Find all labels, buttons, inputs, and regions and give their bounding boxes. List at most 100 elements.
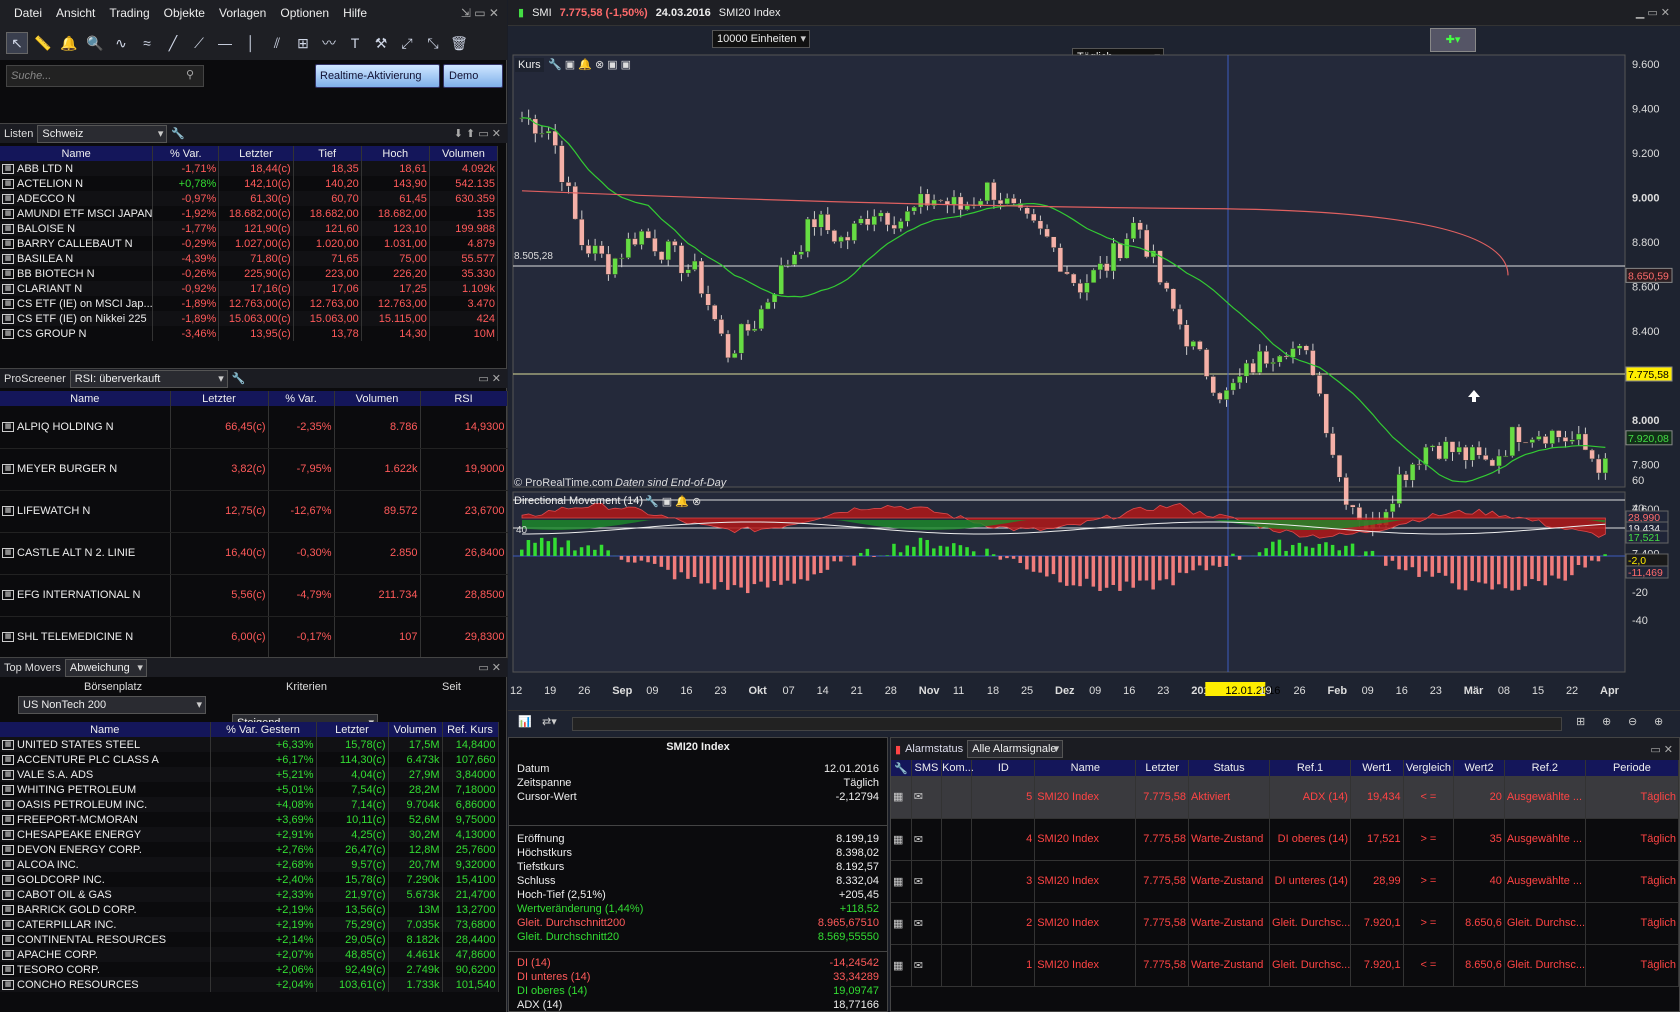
table-row[interactable]: ▦ CABOT OIL & GAS +2,33% 21,97(c) 5.673k 21,4… <box>0 887 499 902</box>
sms-icon[interactable]: ✉ <box>911 944 943 987</box>
table-row[interactable]: ▦ BARRY CALLEBAUT N -0,29% 1.027,00(c) 1.020… <box>0 236 499 251</box>
dm-tools-icon[interactable]: 🔧 ▣ 🔔 ⊗ <box>645 495 701 508</box>
trend-icon[interactable]: ⤡ <box>422 32 444 54</box>
table-row[interactable]: ▦ ALCOA INC. +2,68% 9,57(c) 20,7M 9,32000 <box>0 857 499 872</box>
lists-select[interactable]: Schweiz <box>37 124 168 143</box>
table-row[interactable]: ▦ BALOISE N -1,77% 121,90(c) 121,60 123,10 199… <box>0 221 499 236</box>
col-name[interactable]: Name <box>0 722 211 737</box>
alarm-bell-icon[interactable]: 🔔 <box>58 32 80 54</box>
boerse-select[interactable]: US NonTech 200 <box>18 696 206 714</box>
wave-icon[interactable]: ∿ <box>110 32 132 54</box>
col-volume[interactable]: Volumen <box>388 722 443 737</box>
chart-icon[interactable]: ▦ <box>2 313 14 324</box>
panel-controls-icon[interactable]: ▭ ✕ <box>478 661 501 674</box>
menu-ansicht[interactable]: Ansicht <box>56 6 95 20</box>
chart-settings-icon[interactable]: ✚▾ <box>1430 28 1476 52</box>
chart-scrollbar[interactable] <box>572 717 1562 731</box>
movers-select[interactable]: Abweichung <box>64 658 147 677</box>
menu-objekte[interactable]: Objekte <box>164 6 205 20</box>
table-row[interactable]: ▦ APACHE CORP. +2,07% 48,85(c) 4.461k 47,8600 <box>0 947 499 962</box>
table-row[interactable]: ▦ BASILEA N -4,39% 71,80(c) 71,65 75,00 55.577 <box>0 251 499 266</box>
table-row[interactable]: ▦ GOLDCORP INC. +2,40% 15,78(c) 7.290k 15,410… <box>0 872 499 887</box>
chart-icon[interactable]: ▦ <box>2 919 14 930</box>
chart-icon[interactable]: ▦ <box>2 934 14 945</box>
col-low[interactable]: Tief <box>293 146 362 161</box>
table-row[interactable]: ▦ ALPIQ HOLDING N 66,45(c) -2,35% 8.786 14,93… <box>0 406 508 449</box>
channel-icon[interactable]: ⫽ <box>266 32 288 54</box>
table-row[interactable]: ▦ CS ETF (IE) on MSCI Jap... -1,89% 12.763,… <box>0 296 499 311</box>
search-input[interactable]: Suche... <box>6 65 204 87</box>
chart-icon[interactable]: ▦ <box>2 268 14 279</box>
chart-icon[interactable]: ▦ <box>2 253 14 264</box>
col-last[interactable]: Letzter <box>316 722 389 737</box>
edit-icon[interactable]: ▦ <box>891 902 912 945</box>
wrench-icon[interactable]: 🔧 <box>171 127 185 140</box>
col-id[interactable]: ID <box>971 760 1036 776</box>
chart-icon[interactable]: ▦ <box>2 964 14 975</box>
menu-trading[interactable]: Trading <box>109 6 149 20</box>
chart-icon[interactable]: ▦ <box>2 506 14 517</box>
wrench-icon[interactable]: 🔧 <box>232 372 246 385</box>
chart-icon[interactable]: ▦ <box>2 178 14 189</box>
col-name[interactable]: Name <box>0 146 154 161</box>
chart-icon[interactable]: ▦ <box>2 193 14 204</box>
edit-icon[interactable]: ▦ <box>891 944 912 987</box>
text-icon[interactable]: T <box>344 32 366 54</box>
chart-icon[interactable]: ▦ <box>2 590 14 601</box>
col-wert2[interactable]: Wert2 <box>1453 760 1505 776</box>
zoom-out-icon[interactable]: ⊖ <box>1628 715 1637 728</box>
tools-icon[interactable]: ⚒ <box>370 32 392 54</box>
demo-button[interactable]: Demo <box>443 64 503 88</box>
table-row[interactable]: ▦ ✉ 1 SMI20 Index 7.775,58 Warte-Zustand Gleit… <box>891 944 1680 987</box>
table-row[interactable]: ▦ ACTELION N +0,78% 142,10(c) 140,20 143,90 54… <box>0 176 499 191</box>
table-row[interactable]: ▦ UNITED STATES STEEL +6,33% 15,78(c) 17,5M 1… <box>0 737 499 752</box>
zoom-fit-icon[interactable]: ⊕ <box>1602 715 1611 728</box>
col-volume[interactable]: Volumen <box>334 391 421 406</box>
chart-icon[interactable]: ▦ <box>2 904 14 915</box>
chart-icon[interactable]: ▦ <box>2 979 14 990</box>
kurs-tools-icon[interactable]: 🔧 ▣ 🔔 ⊗ ▣ ▣ <box>548 58 631 71</box>
indicator-icon[interactable]: ⊞ <box>1576 715 1585 728</box>
menu-datei[interactable]: Datei <box>14 6 42 20</box>
fib-icon[interactable]: ⊞ <box>292 32 314 54</box>
panel-controls-icon[interactable]: ▭ ✕ <box>478 372 501 385</box>
chart-icon[interactable]: ▦ <box>2 829 14 840</box>
col-var[interactable]: % Var. <box>152 146 220 161</box>
chart-icon[interactable]: ▦ <box>2 328 14 339</box>
col-status[interactable]: Status <box>1188 760 1271 776</box>
chart-icon[interactable]: ▦ <box>2 799 14 810</box>
table-row[interactable]: ▦ CONCHO RESOURCES +2,04% 103,61(c) 1.733k 10… <box>0 977 499 992</box>
chart-window-controls[interactable]: ▁ ▭ ✕ <box>1636 6 1670 19</box>
col-var-yesterday[interactable]: % Var. Gestern <box>210 722 317 737</box>
chart-icon[interactable]: ▦ <box>2 464 14 475</box>
table-row[interactable]: ▦ VALE S.A. ADS +5,21% 4,04(c) 27,9M 3,84000 <box>0 767 499 782</box>
table-row[interactable]: ▦ AMUNDI ETF MSCI JAPAN -1,92% 18.682,00(c)… <box>0 206 499 221</box>
menu-vorlagen[interactable]: Vorlagen <box>219 6 266 20</box>
chart-icon[interactable]: ▦ <box>2 769 14 780</box>
chart-icon[interactable]: ▦ <box>2 949 14 960</box>
table-row[interactable]: ▦ CASTLE ALT N 2. LINIE 16,40(c) -0,30% 2.85… <box>0 532 508 575</box>
panel-controls-icon[interactable]: ⬇ ⬆ ▭ ✕ <box>454 127 501 140</box>
table-row[interactable]: ▦ ADECCO N -0,97% 61,30(c) 60,70 61,45 630.359 <box>0 191 499 206</box>
chart-icon[interactable]: ▦ <box>2 632 14 643</box>
col-sms[interactable]: SMS <box>911 760 943 776</box>
col-name[interactable]: Name <box>0 391 171 406</box>
table-row[interactable]: ▦ WHITING PETROLEUM +5,01% 7,54(c) 28,2M 7,18… <box>0 782 499 797</box>
wave2-icon[interactable]: ≈ <box>136 32 158 54</box>
col-ref2[interactable]: Ref.2 <box>1504 760 1586 776</box>
table-row[interactable]: ▦ BARRICK GOLD CORP. +2,19% 13,56(c) 13M 13,2… <box>0 902 499 917</box>
chart-icon[interactable]: ▦ <box>2 784 14 795</box>
table-row[interactable]: ▦ EFG INTERNATIONAL N 5,56(c) -4,79% 211.734… <box>0 574 508 617</box>
price-chart[interactable]: 9.6009.4009.2009.0008.8008.6008.4008.200… <box>508 50 1680 710</box>
window-controls[interactable]: ⇲ ▭ ✕ <box>461 6 499 20</box>
col-ref[interactable]: Ref. Kurs <box>442 722 499 737</box>
chart-icon[interactable]: ▦ <box>2 739 14 750</box>
col-last[interactable]: Letzter <box>218 146 294 161</box>
arrows-icon[interactable]: ⤢ <box>396 32 418 54</box>
menu-hilfe[interactable]: Hilfe <box>343 6 367 20</box>
sms-icon[interactable]: ✉ <box>911 818 943 861</box>
compare-icon[interactable]: ⇄▾ <box>542 715 557 728</box>
col-last[interactable]: Letzter <box>170 391 269 406</box>
hline-icon[interactable]: — <box>214 32 236 54</box>
line-icon[interactable]: ╱ <box>162 32 184 54</box>
